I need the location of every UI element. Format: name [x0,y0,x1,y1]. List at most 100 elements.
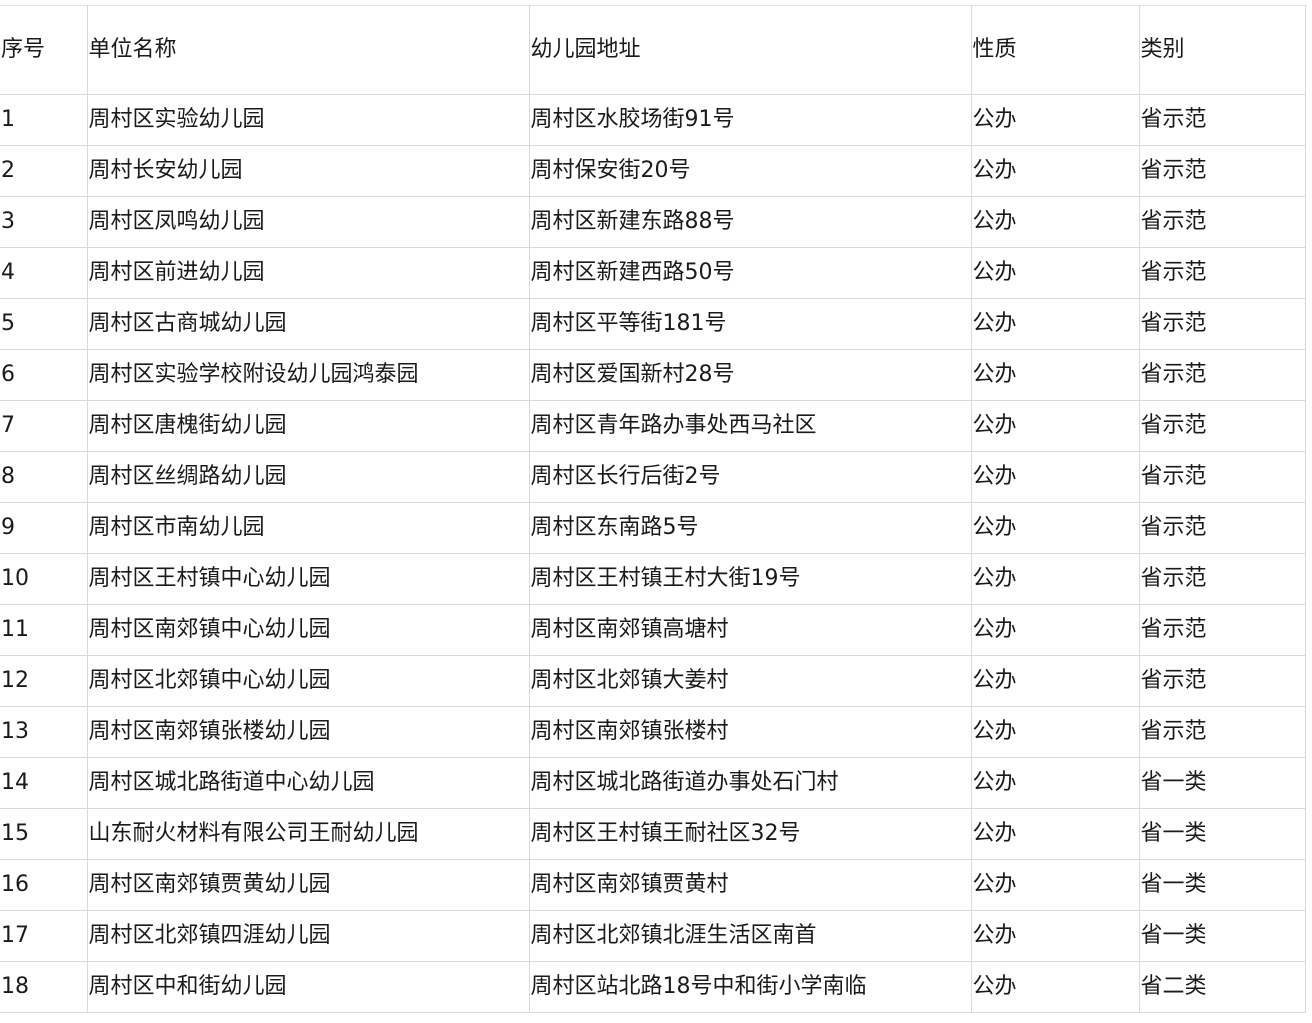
cell-address[interactable]: 周村区南郊镇高塘村 [528,604,972,656]
cell-category[interactable]: 省示范 [1138,247,1306,299]
cell-index[interactable]: 10 [0,553,88,605]
cell-category[interactable]: 省一类 [1138,910,1306,962]
cell-index[interactable]: 4 [0,247,88,299]
cell-category[interactable]: 省示范 [1138,349,1306,401]
header-cell-nature[interactable]: 性质 [970,5,1140,95]
cell-nature[interactable]: 公办 [970,196,1140,248]
table-row: 17 周村区北郊镇四涯幼儿园 周村区北郊镇北涯生活区南首 公办 省一类 [0,910,1306,962]
cell-name[interactable]: 周村区市南幼儿园 [86,502,530,554]
cell-nature[interactable]: 公办 [970,808,1140,860]
cell-name[interactable]: 周村区实验幼儿园 [86,94,530,146]
table-row: 18 周村区中和街幼儿园 周村区站北路18号中和街小学南临 公办 省二类 [0,961,1306,1013]
cell-address[interactable]: 周村区东南路5号 [528,502,972,554]
cell-category[interactable]: 省示范 [1138,451,1306,503]
header-cell-address[interactable]: 幼儿园地址 [528,5,972,95]
cell-name[interactable]: 周村区南郊镇贾黄幼儿园 [86,859,530,911]
cell-index[interactable]: 2 [0,145,88,197]
cell-nature[interactable]: 公办 [970,247,1140,299]
cell-nature[interactable]: 公办 [970,706,1140,758]
cell-address[interactable]: 周村区水胶场街91号 [528,94,972,146]
cell-name[interactable]: 周村区北郊镇中心幼儿园 [86,655,530,707]
cell-category[interactable]: 省一类 [1138,757,1306,809]
cell-nature[interactable]: 公办 [970,298,1140,350]
cell-index[interactable]: 18 [0,961,88,1013]
cell-address[interactable]: 周村区爱国新村28号 [528,349,972,401]
cell-index[interactable]: 6 [0,349,88,401]
cell-address[interactable]: 周村区站北路18号中和街小学南临 [528,961,972,1013]
cell-category[interactable]: 省一类 [1138,859,1306,911]
cell-category[interactable]: 省二类 [1138,961,1306,1013]
cell-name[interactable]: 周村区凤鸣幼儿园 [86,196,530,248]
cell-name[interactable]: 周村区北郊镇四涯幼儿园 [86,910,530,962]
cell-index[interactable]: 1 [0,94,88,146]
cell-address[interactable]: 周村区长行后街2号 [528,451,972,503]
cell-address[interactable]: 周村区王村镇王耐社区32号 [528,808,972,860]
header-cell-name[interactable]: 单位名称 [86,5,530,95]
cell-category[interactable]: 省示范 [1138,502,1306,554]
cell-name[interactable]: 周村区王村镇中心幼儿园 [86,553,530,605]
cell-address[interactable]: 周村区城北路街道办事处石门村 [528,757,972,809]
cell-nature[interactable]: 公办 [970,910,1140,962]
cell-nature[interactable]: 公办 [970,553,1140,605]
cell-address[interactable]: 周村区北郊镇大姜村 [528,655,972,707]
cell-index[interactable]: 9 [0,502,88,554]
cell-nature[interactable]: 公办 [970,859,1140,911]
cell-address[interactable]: 周村区南郊镇贾黄村 [528,859,972,911]
cell-name[interactable]: 周村区城北路街道中心幼儿园 [86,757,530,809]
cell-category[interactable]: 省示范 [1138,145,1306,197]
cell-name[interactable]: 周村区唐槐街幼儿园 [86,400,530,452]
cell-address[interactable]: 周村区新建西路50号 [528,247,972,299]
cell-name[interactable]: 周村区实验学校附设幼儿园鸿泰园 [86,349,530,401]
cell-name[interactable]: 周村长安幼儿园 [86,145,530,197]
cell-name[interactable]: 周村区前进幼儿园 [86,247,530,299]
cell-name[interactable]: 周村区古商城幼儿园 [86,298,530,350]
cell-index[interactable]: 16 [0,859,88,911]
cell-address[interactable]: 周村区青年路办事处西马社区 [528,400,972,452]
cell-nature[interactable]: 公办 [970,961,1140,1013]
cell-address[interactable]: 周村区北郊镇北涯生活区南首 [528,910,972,962]
cell-nature[interactable]: 公办 [970,655,1140,707]
cell-index[interactable]: 3 [0,196,88,248]
cell-index[interactable]: 12 [0,655,88,707]
cell-index[interactable]: 8 [0,451,88,503]
cell-index[interactable]: 7 [0,400,88,452]
cell-index[interactable]: 15 [0,808,88,860]
cell-category[interactable]: 省示范 [1138,655,1306,707]
cell-category[interactable]: 省示范 [1138,94,1306,146]
cell-nature[interactable]: 公办 [970,145,1140,197]
cell-category[interactable]: 省一类 [1138,808,1306,860]
cell-category[interactable]: 省示范 [1138,553,1306,605]
cell-index[interactable]: 11 [0,604,88,656]
header-cell-category[interactable]: 类别 [1138,5,1306,95]
cell-index[interactable]: 13 [0,706,88,758]
cell-name[interactable]: 周村区南郊镇张楼幼儿园 [86,706,530,758]
cell-nature[interactable]: 公办 [970,502,1140,554]
header-cell-index[interactable]: 序号 [0,5,88,95]
cell-index[interactable]: 14 [0,757,88,809]
cell-category[interactable]: 省示范 [1138,706,1306,758]
cell-name[interactable]: 周村区丝绸路幼儿园 [86,451,530,503]
cell-category[interactable]: 省示范 [1138,400,1306,452]
cell-category[interactable]: 省示范 [1138,298,1306,350]
cell-name[interactable]: 周村区中和街幼儿园 [86,961,530,1013]
cell-nature[interactable]: 公办 [970,604,1140,656]
cell-index[interactable]: 17 [0,910,88,962]
cell-nature[interactable]: 公办 [970,400,1140,452]
cell-address[interactable]: 周村保安街20号 [528,145,972,197]
cell-category[interactable]: 省示范 [1138,196,1306,248]
cell-index[interactable]: 5 [0,298,88,350]
cell-name[interactable]: 周村区南郊镇中心幼儿园 [86,604,530,656]
table-row: 1 周村区实验幼儿园 周村区水胶场街91号 公办 省示范 [0,94,1306,146]
cell-name[interactable]: 山东耐火材料有限公司王耐幼儿园 [86,808,530,860]
table-row: 2 周村长安幼儿园 周村保安街20号 公办 省示范 [0,145,1306,197]
table-row: 10 周村区王村镇中心幼儿园 周村区王村镇王村大街19号 公办 省示范 [0,553,1306,605]
cell-nature[interactable]: 公办 [970,94,1140,146]
cell-nature[interactable]: 公办 [970,451,1140,503]
cell-nature[interactable]: 公办 [970,757,1140,809]
cell-address[interactable]: 周村区南郊镇张楼村 [528,706,972,758]
cell-category[interactable]: 省示范 [1138,604,1306,656]
cell-address[interactable]: 周村区新建东路88号 [528,196,972,248]
cell-nature[interactable]: 公办 [970,349,1140,401]
cell-address[interactable]: 周村区王村镇王村大街19号 [528,553,972,605]
cell-address[interactable]: 周村区平等街181号 [528,298,972,350]
